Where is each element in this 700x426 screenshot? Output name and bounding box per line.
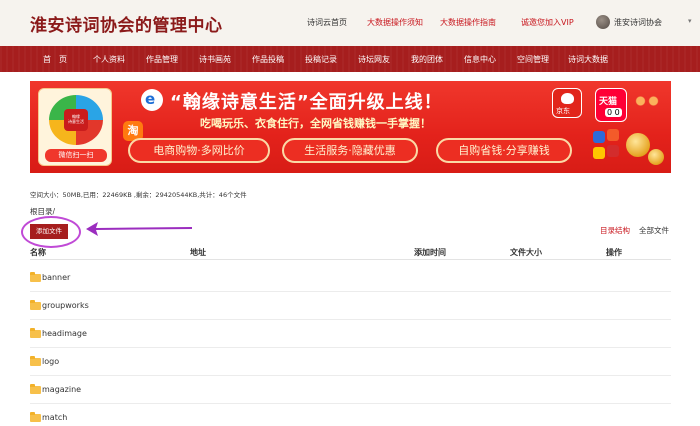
storage-info: 空间大小：50MB,已用：22469KB ,剩余：29420544KB,共计：4… <box>30 191 247 199</box>
top-link-cloud-home[interactable]: 诗词云首页 <box>307 17 347 28</box>
table-row[interactable]: banner <box>30 264 671 292</box>
site-title: 淮安诗词协会的管理中心 <box>30 16 223 36</box>
folder-name[interactable]: magazine <box>42 385 81 394</box>
highlight-ellipse <box>21 216 81 248</box>
promo-banner[interactable]: 翰缘 诗意生活 微信扫一扫 e 淘 “翰缘诗意生活”全面升级上线！ 吃喝玩乐、衣… <box>30 81 671 173</box>
file-table-header: 名称 地址 添加时间 文件大小 操作 <box>30 246 671 260</box>
column-actions: 操作 <box>606 248 622 257</box>
avatar <box>596 15 610 29</box>
table-row[interactable]: match <box>30 404 671 426</box>
folder-name[interactable]: logo <box>42 357 59 366</box>
coin-icon <box>626 133 650 157</box>
column-file-size: 文件大小 <box>510 248 542 257</box>
directory-structure-link[interactable]: 目录结构 <box>600 225 630 236</box>
tmall-label: 天猫 <box>599 97 618 107</box>
nav-item-space[interactable]: 空间管理 <box>517 54 549 65</box>
folder-icon <box>30 272 41 282</box>
jd-icon: 京东 <box>552 88 582 118</box>
apps-cluster-icon <box>593 129 623 167</box>
folder-name[interactable]: banner <box>42 273 70 282</box>
all-files-link[interactable]: 全部文件 <box>639 225 669 236</box>
column-name: 名称 <box>30 248 46 257</box>
folder-icon <box>30 356 41 366</box>
jd-label: 京东 <box>556 107 570 115</box>
nav-item-profile[interactable]: 个人资料 <box>93 54 125 65</box>
folder-icon <box>30 328 41 338</box>
table-row[interactable]: magazine <box>30 376 671 404</box>
qr-code-box: 翰缘 诗意生活 微信扫一扫 <box>38 88 112 166</box>
table-row[interactable]: groupworks <box>30 292 671 320</box>
folder-name[interactable]: headimage <box>42 329 87 338</box>
folder-icon <box>30 384 41 394</box>
decoration-icon <box>634 91 660 111</box>
arrow-left-icon <box>86 222 192 236</box>
main-nav: 首 页 个人资料 作品管理 诗书画苑 作品投稿 投稿记录 诗坛网友 我的团体 信… <box>0 46 700 72</box>
app-icon <box>607 129 619 141</box>
column-address: 地址 <box>190 248 206 257</box>
nav-item-home[interactable]: 首 页 <box>43 54 67 65</box>
nav-item-messages[interactable]: 信息中心 <box>464 54 496 65</box>
jd-dog-icon <box>561 93 574 104</box>
pill-shopping[interactable]: 电商购物·多网比价 <box>128 138 270 163</box>
e-logo-letter: e <box>145 90 156 108</box>
folder-name[interactable]: groupworks <box>42 301 89 310</box>
folder-name[interactable]: match <box>42 413 67 422</box>
nav-item-gallery[interactable]: 诗书画苑 <box>199 54 231 65</box>
top-link-join-vip[interactable]: 诚邀您加入VIP <box>521 17 574 28</box>
top-link-bigdata-guide[interactable]: 大数据操作指南 <box>440 17 496 28</box>
pill-earn[interactable]: 自购省钱·分享赚钱 <box>436 138 572 163</box>
nav-item-friends[interactable]: 诗坛网友 <box>358 54 390 65</box>
nav-item-works[interactable]: 作品管理 <box>146 54 178 65</box>
folder-icon <box>30 412 41 422</box>
top-link-bigdata-notice[interactable]: 大数据操作须知 <box>367 17 423 28</box>
tmall-eyes: 0 0 <box>605 108 622 117</box>
app-icon <box>607 145 619 157</box>
table-row[interactable]: headimage <box>30 320 671 348</box>
table-row[interactable]: logo <box>30 348 671 376</box>
nav-item-bigdata[interactable]: 诗词大数据 <box>568 54 608 65</box>
coin-icon <box>648 149 664 165</box>
pill-services[interactable]: 生活服务·隐藏优惠 <box>282 138 418 163</box>
banner-headline: “翰缘诗意生活”全面升级上线！ <box>170 92 443 113</box>
nav-item-submit[interactable]: 作品投稿 <box>252 54 284 65</box>
user-name: 淮安诗词协会 <box>614 18 662 27</box>
tmall-icon: 天猫 0 0 <box>595 88 627 122</box>
app-icon <box>593 147 605 159</box>
nav-item-submit-records[interactable]: 投稿记录 <box>305 54 337 65</box>
top-header: 淮安诗词协会的管理中心 诗词云首页 大数据操作须知 大数据操作指南 诚邀您加入V… <box>0 0 700 46</box>
nav-item-groups[interactable]: 我的团体 <box>411 54 443 65</box>
chevron-down-icon: ▾ <box>688 17 692 25</box>
column-added-time: 添加时间 <box>414 248 446 257</box>
qr-scan-label: 微信扫一扫 <box>45 149 107 162</box>
banner-subline: 吃喝玩乐、衣食住行，全网省钱赚钱一手掌握！ <box>200 117 431 130</box>
e-logo-icon: e <box>141 89 163 111</box>
folder-icon <box>30 300 41 310</box>
app-icon <box>593 131 605 143</box>
qr-center-label: 翰缘 诗意生活 <box>64 109 88 131</box>
